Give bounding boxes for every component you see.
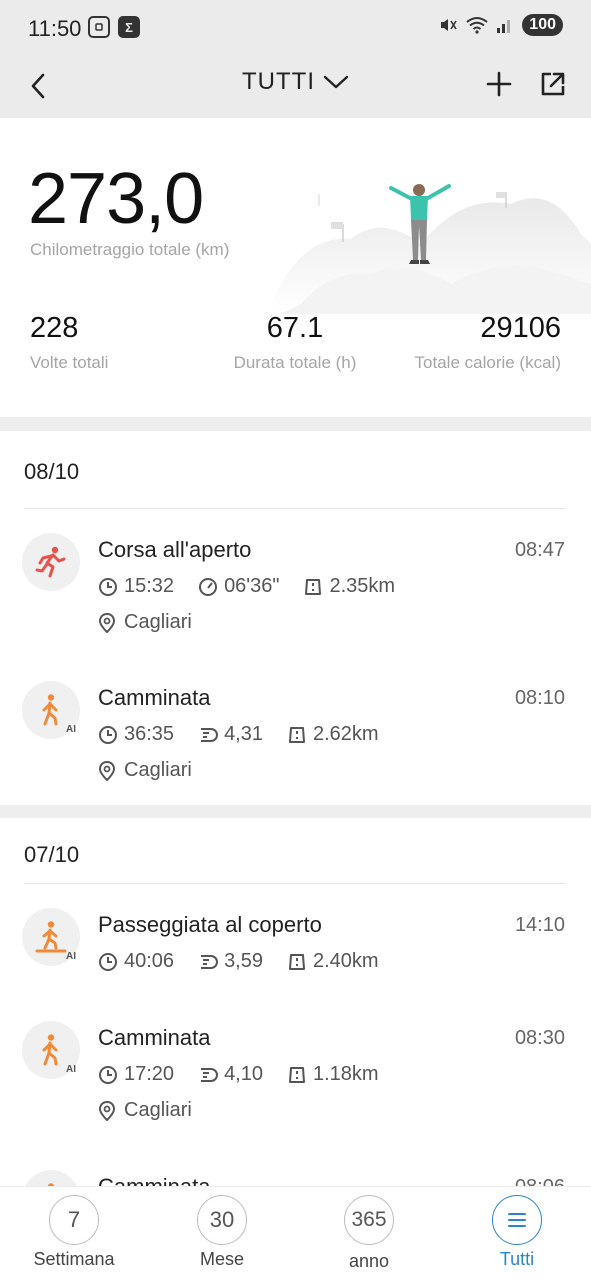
road-icon (289, 726, 305, 743)
export-icon (541, 72, 565, 96)
activity-metrics: 40:06 3,59 2.40km (98, 950, 403, 973)
activity-metrics: 36:35 4,31 2.62km (98, 723, 403, 746)
activity-pace: 4,10 (224, 1063, 263, 1085)
activity-duration: 40:06 (124, 950, 175, 972)
activity-pace: 3,59 (224, 950, 263, 972)
month-circle-icon: 30 (197, 1195, 247, 1245)
walk-icon: AI (22, 681, 80, 739)
activity-item[interactable]: Camminata 08:06 (0, 1170, 591, 1186)
activity-item[interactable]: AI Passeggiata al coperto 14:10 40:06 3,… (0, 908, 591, 1008)
activity-distance: 2.40km (313, 950, 379, 972)
list-icon (492, 1195, 542, 1245)
activity-pace: 4,31 (224, 723, 263, 745)
activity-name: Camminata (98, 685, 211, 710)
activity-item[interactable]: AI Camminata 08:30 17:20 4,10 1.18km Cag… (0, 1021, 591, 1141)
total-distance-label: Chilometraggio totale (km) (30, 240, 230, 259)
ai-badge: AI (66, 724, 76, 735)
tab-all[interactable]: Tutti (457, 1195, 577, 1270)
share-button[interactable] (533, 64, 573, 104)
activity-name: Passeggiata al coperto (98, 912, 322, 937)
activity-time: 08:30 (514, 1027, 565, 1049)
activity-item[interactable]: AI Camminata 08:10 36:35 4,31 2.62km Cag… (0, 679, 591, 799)
activity-time: 14:10 (514, 914, 565, 936)
cadence-icon (201, 954, 219, 969)
activity-distance: 1.18km (313, 1063, 379, 1085)
week-circle-icon: 7 (49, 1195, 99, 1245)
screenshot-icon (88, 16, 110, 38)
outdoor-run-icon (22, 533, 80, 591)
activity-duration: 36:35 (124, 723, 175, 745)
activity-metrics: 15:32 06'36" 2.35km (98, 575, 419, 598)
chevron-down-icon (323, 69, 349, 97)
day-section: 08/10 Corsa all'aperto 08:47 15:32 06'36… (0, 431, 591, 805)
ai-badge: AI (66, 951, 76, 962)
speedometer-icon (199, 577, 218, 596)
activity-location: Cagliari (98, 759, 192, 782)
activity-distance: 2.62km (313, 723, 379, 745)
tab-year[interactable]: 365 anno (309, 1195, 429, 1272)
sigma-app-icon: Σ (118, 16, 140, 38)
road-icon (305, 578, 322, 595)
tab-label: anno (348, 1251, 390, 1271)
plus-icon (486, 71, 512, 97)
date-header: 07/10 (24, 842, 80, 867)
cadence-icon (201, 727, 219, 742)
location-pin-icon (98, 612, 116, 633)
date-header: 08/10 (24, 459, 80, 484)
tab-week[interactable]: 7 Settimana (14, 1195, 134, 1270)
clock-icon (99, 725, 117, 744)
summary-card: 273,0 Chilometraggio totale (km) 228 Vol… (0, 118, 591, 417)
day-section: 07/10 AI Passeggiata al coperto 14:10 40… (0, 818, 591, 1186)
activity-duration: 15:32 (124, 575, 175, 597)
tab-label: Tutti (499, 1249, 535, 1269)
clock-icon (99, 952, 117, 971)
activity-time: 08:47 (514, 539, 565, 561)
divider (24, 508, 565, 509)
signal-icon (497, 20, 511, 33)
activity-location: Cagliari (98, 1099, 192, 1122)
wifi-icon (466, 17, 488, 34)
activity-pace: 06'36" (224, 575, 280, 597)
year-circle-icon: 365 (344, 1195, 394, 1245)
activity-name: Camminata (98, 1174, 210, 1186)
activity-metrics: 17:20 4,10 1.18km (98, 1063, 403, 1086)
divider (24, 883, 565, 884)
activity-item[interactable]: Corsa all'aperto 08:47 15:32 06'36" 2.35… (0, 531, 591, 671)
stat-total-calories: 29106 Totale calorie (kcal) (414, 312, 561, 372)
total-distance-value: 273,0 (28, 159, 204, 239)
tab-month[interactable]: 30 Mese (162, 1195, 282, 1270)
location-pin-icon (98, 760, 116, 781)
walk-icon (22, 1170, 80, 1186)
activity-time: 08:06 (515, 1176, 565, 1186)
activity-time: 08:10 (514, 687, 565, 709)
tab-label: Mese (199, 1249, 244, 1269)
ai-badge: AI (66, 1064, 76, 1075)
indoor-walk-icon: AI (22, 908, 80, 966)
bottom-nav: 7 Settimana 30 Mese 365 anno Tutti (0, 1186, 591, 1280)
clock-icon (99, 577, 117, 596)
activity-location: Cagliari (98, 611, 192, 634)
battery-indicator: 100 (522, 14, 563, 36)
cadence-icon (201, 1067, 219, 1082)
status-bar: 11:50 Σ 100 (0, 0, 591, 56)
status-time: 11:50 (28, 16, 82, 41)
mute-icon (441, 19, 457, 31)
activity-distance: 2.35km (329, 575, 396, 597)
walk-icon: AI (22, 1021, 80, 1079)
stat-total-times: 228 Volte totali (30, 312, 109, 372)
location-pin-icon (98, 1100, 116, 1121)
page-title: TUTTI (242, 68, 315, 95)
stat-total-duration: 67.1 Durata totale (h) (233, 312, 357, 372)
road-icon (289, 1066, 305, 1083)
activity-duration: 17:20 (124, 1063, 175, 1085)
add-button[interactable] (479, 64, 519, 104)
tab-label: Settimana (33, 1249, 115, 1269)
activity-name: Camminata (98, 1025, 211, 1050)
mountain-illustration (261, 184, 591, 314)
app-header: TUTTI (0, 56, 591, 118)
clock-icon (99, 1065, 117, 1084)
road-icon (289, 953, 305, 970)
activity-name: Corsa all'aperto (98, 537, 252, 562)
